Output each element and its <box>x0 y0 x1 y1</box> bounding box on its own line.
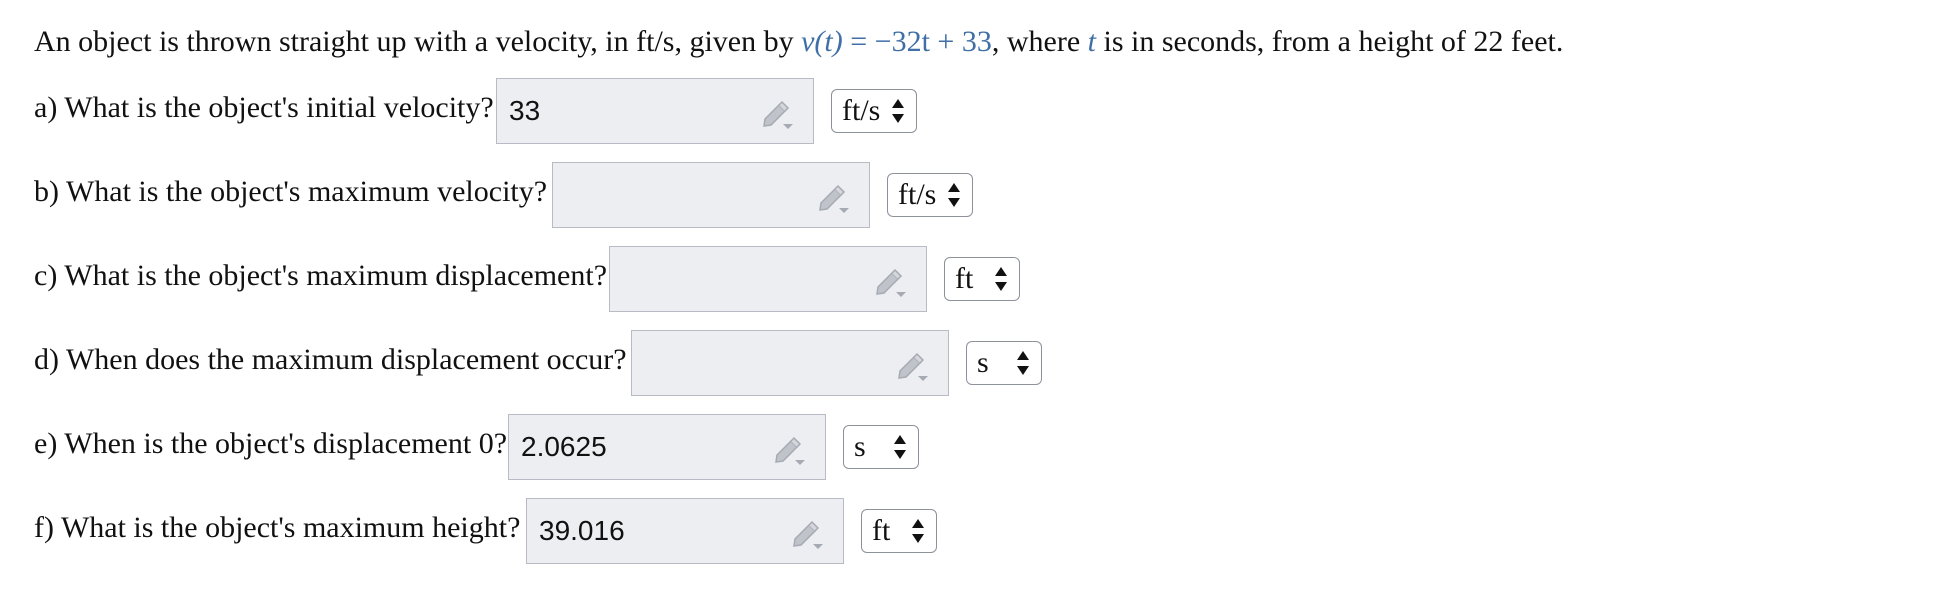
answer-field-b[interactable] <box>552 162 870 228</box>
up-down-arrows-icon <box>892 99 905 123</box>
unit-select-d[interactable]: s <box>966 341 1042 385</box>
answer-field-c[interactable] <box>609 246 927 312</box>
unit-select-a-value: ft/s <box>842 94 881 127</box>
pencil-edit-icon[interactable] <box>894 349 930 381</box>
problem-text-middle: , where <box>991 25 1088 58</box>
pencil-edit-icon[interactable] <box>789 517 825 549</box>
up-down-arrows-icon <box>995 267 1007 291</box>
question-label-c: c) What is the object's maximum displace… <box>34 259 608 292</box>
question-label-b: b) What is the object's maximum velocity… <box>34 175 548 208</box>
unit-select-f[interactable]: ft <box>861 509 937 553</box>
formula-rhs: = −32t + 33 <box>842 25 992 58</box>
answer-field-a[interactable]: 33 <box>496 78 814 144</box>
problem-statement: An object is thrown straight up with a v… <box>34 22 1563 62</box>
unit-select-c-value: ft <box>955 262 974 295</box>
unit-select-d-value: s <box>977 346 989 379</box>
unit-select-c[interactable]: ft <box>944 257 1020 301</box>
question-label-a: a) What is the object's initial velocity… <box>34 91 494 124</box>
pencil-edit-icon[interactable] <box>872 265 908 297</box>
answer-field-f[interactable]: 39.016 <box>526 498 844 564</box>
up-down-arrows-icon <box>948 183 961 207</box>
up-down-arrows-icon <box>1017 351 1029 375</box>
up-down-arrows-icon <box>894 435 906 459</box>
answer-value-a: 33 <box>509 95 541 126</box>
time-variable: t <box>1087 25 1096 58</box>
pencil-edit-icon[interactable] <box>771 433 807 465</box>
unit-select-b-value: ft/s <box>898 178 937 211</box>
question-label-d: d) When does the maximum displacement oc… <box>34 343 627 376</box>
answer-field-d[interactable] <box>631 330 949 396</box>
pencil-edit-icon[interactable] <box>759 97 795 129</box>
up-down-arrows-icon <box>912 519 924 543</box>
answer-value-f: 39.016 <box>539 515 625 546</box>
unit-select-a[interactable]: ft/s <box>831 89 918 133</box>
velocity-function: v(t) = −32t + 33 <box>801 25 992 58</box>
unit-select-e[interactable]: s <box>843 425 919 469</box>
unit-select-e-value: s <box>854 430 866 463</box>
question-label-e: e) When is the object's displacement 0? <box>34 427 508 460</box>
unit-select-f-value: ft <box>872 514 891 547</box>
answer-field-e[interactable]: 2.0625 <box>508 414 826 480</box>
answer-value-e: 2.0625 <box>521 431 607 462</box>
formula-lhs: v(t) <box>801 25 843 58</box>
unit-select-b[interactable]: ft/s <box>887 173 974 217</box>
pencil-edit-icon[interactable] <box>815 181 851 213</box>
question-label-f: f) What is the object's maximum height? <box>34 511 521 544</box>
problem-text-start: An object is thrown straight up with a v… <box>34 25 802 58</box>
problem-text-end: is in seconds, from a height of 22 feet. <box>1095 25 1564 58</box>
